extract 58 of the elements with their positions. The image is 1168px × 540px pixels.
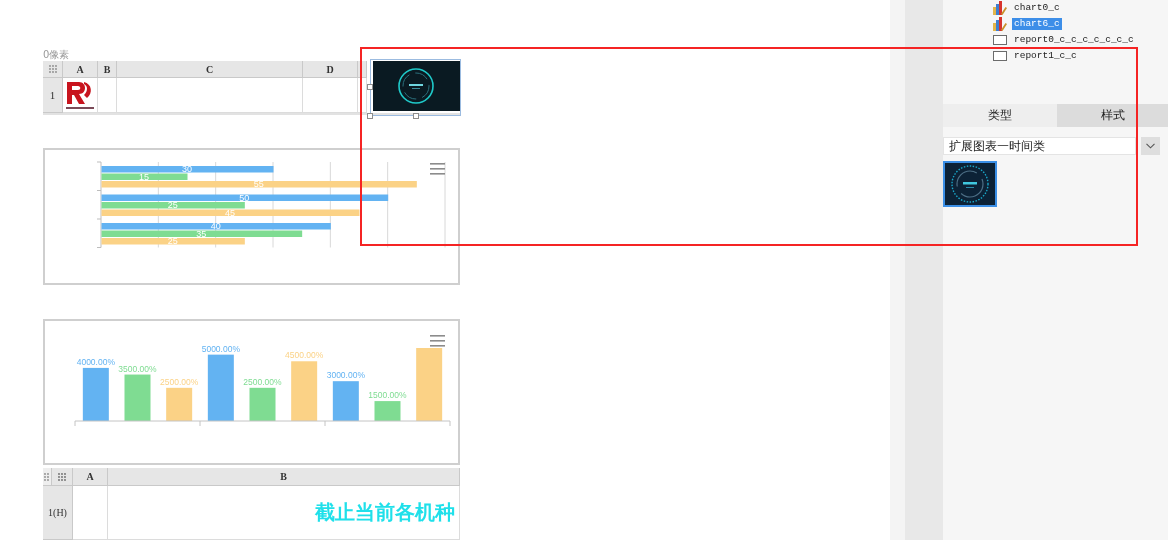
drag-handle[interactable] [43,468,52,486]
bar [249,387,276,421]
data-label: 2500.00% [160,376,199,387]
column-header[interactable]: B [108,468,460,486]
column-header[interactable]: A [63,61,98,78]
data-label: 45 [225,207,235,218]
resize-handle[interactable] [367,84,373,90]
data-label: 25 [167,200,178,211]
tree-item[interactable]: report1_c_c [1012,50,1079,62]
bar [332,381,359,421]
data-label: 4000.00% [76,356,115,367]
data-label: 25 [167,236,178,247]
data-label: 4500.00% [285,350,324,361]
dropdown-button[interactable] [1141,137,1160,155]
ruler-label: 0像素 [43,48,70,61]
tree-item[interactable]: chart0_c [1012,2,1062,14]
grid-dots-icon [44,472,50,481]
column-header[interactable]: D [303,61,358,78]
data-label: 55 [253,179,264,190]
data-label: 3500.00% [118,363,157,374]
resize-handle[interactable] [413,113,419,119]
title-text: 截止当前各机种 [315,500,455,524]
data-label: 15 [139,171,149,182]
bar-chart-icon [993,1,1007,15]
style-thumbnail[interactable] [943,161,997,207]
bar-chart-icon [993,17,1007,31]
data-label: 40 [210,221,221,232]
column-header[interactable] [358,61,367,78]
bar [124,374,151,421]
column-header[interactable]: A [73,468,108,486]
tree-item[interactable]: report0_c_c_c_c_c_c_c [1012,34,1136,46]
data-label: 3000.00% [326,370,365,381]
data-label: 2500.00% [243,376,282,387]
bar [291,361,318,421]
row-header[interactable]: 1(H) [43,486,73,540]
data-label: 5000.00% [201,343,240,354]
data-label: 1500.00% [368,390,407,401]
row-header[interactable]: 1 [43,78,63,113]
resize-handle[interactable] [367,113,373,119]
bar [374,401,401,421]
data-label: 30 [182,164,192,175]
bar [82,367,109,421]
sheet-icon [993,35,1007,45]
menu-icon[interactable] [430,335,445,347]
menu-icon[interactable] [430,163,445,175]
bar [207,354,234,421]
chart-type-dropdown[interactable]: 扩展图表一时间类 [943,137,1136,155]
sheet-icon [993,51,1007,61]
chevron-down-icon [1146,143,1155,149]
bar [166,387,193,421]
column-header[interactable]: C [117,61,303,78]
grid-dots-icon [48,65,57,73]
tab[interactable]: 样式 [1057,104,1168,127]
grid-dots-icon [58,472,66,481]
tab[interactable]: 类型 [943,104,1057,127]
data-label: 50 [239,192,250,203]
column-header[interactable]: B [98,61,117,78]
data-label: 35 [196,228,207,239]
